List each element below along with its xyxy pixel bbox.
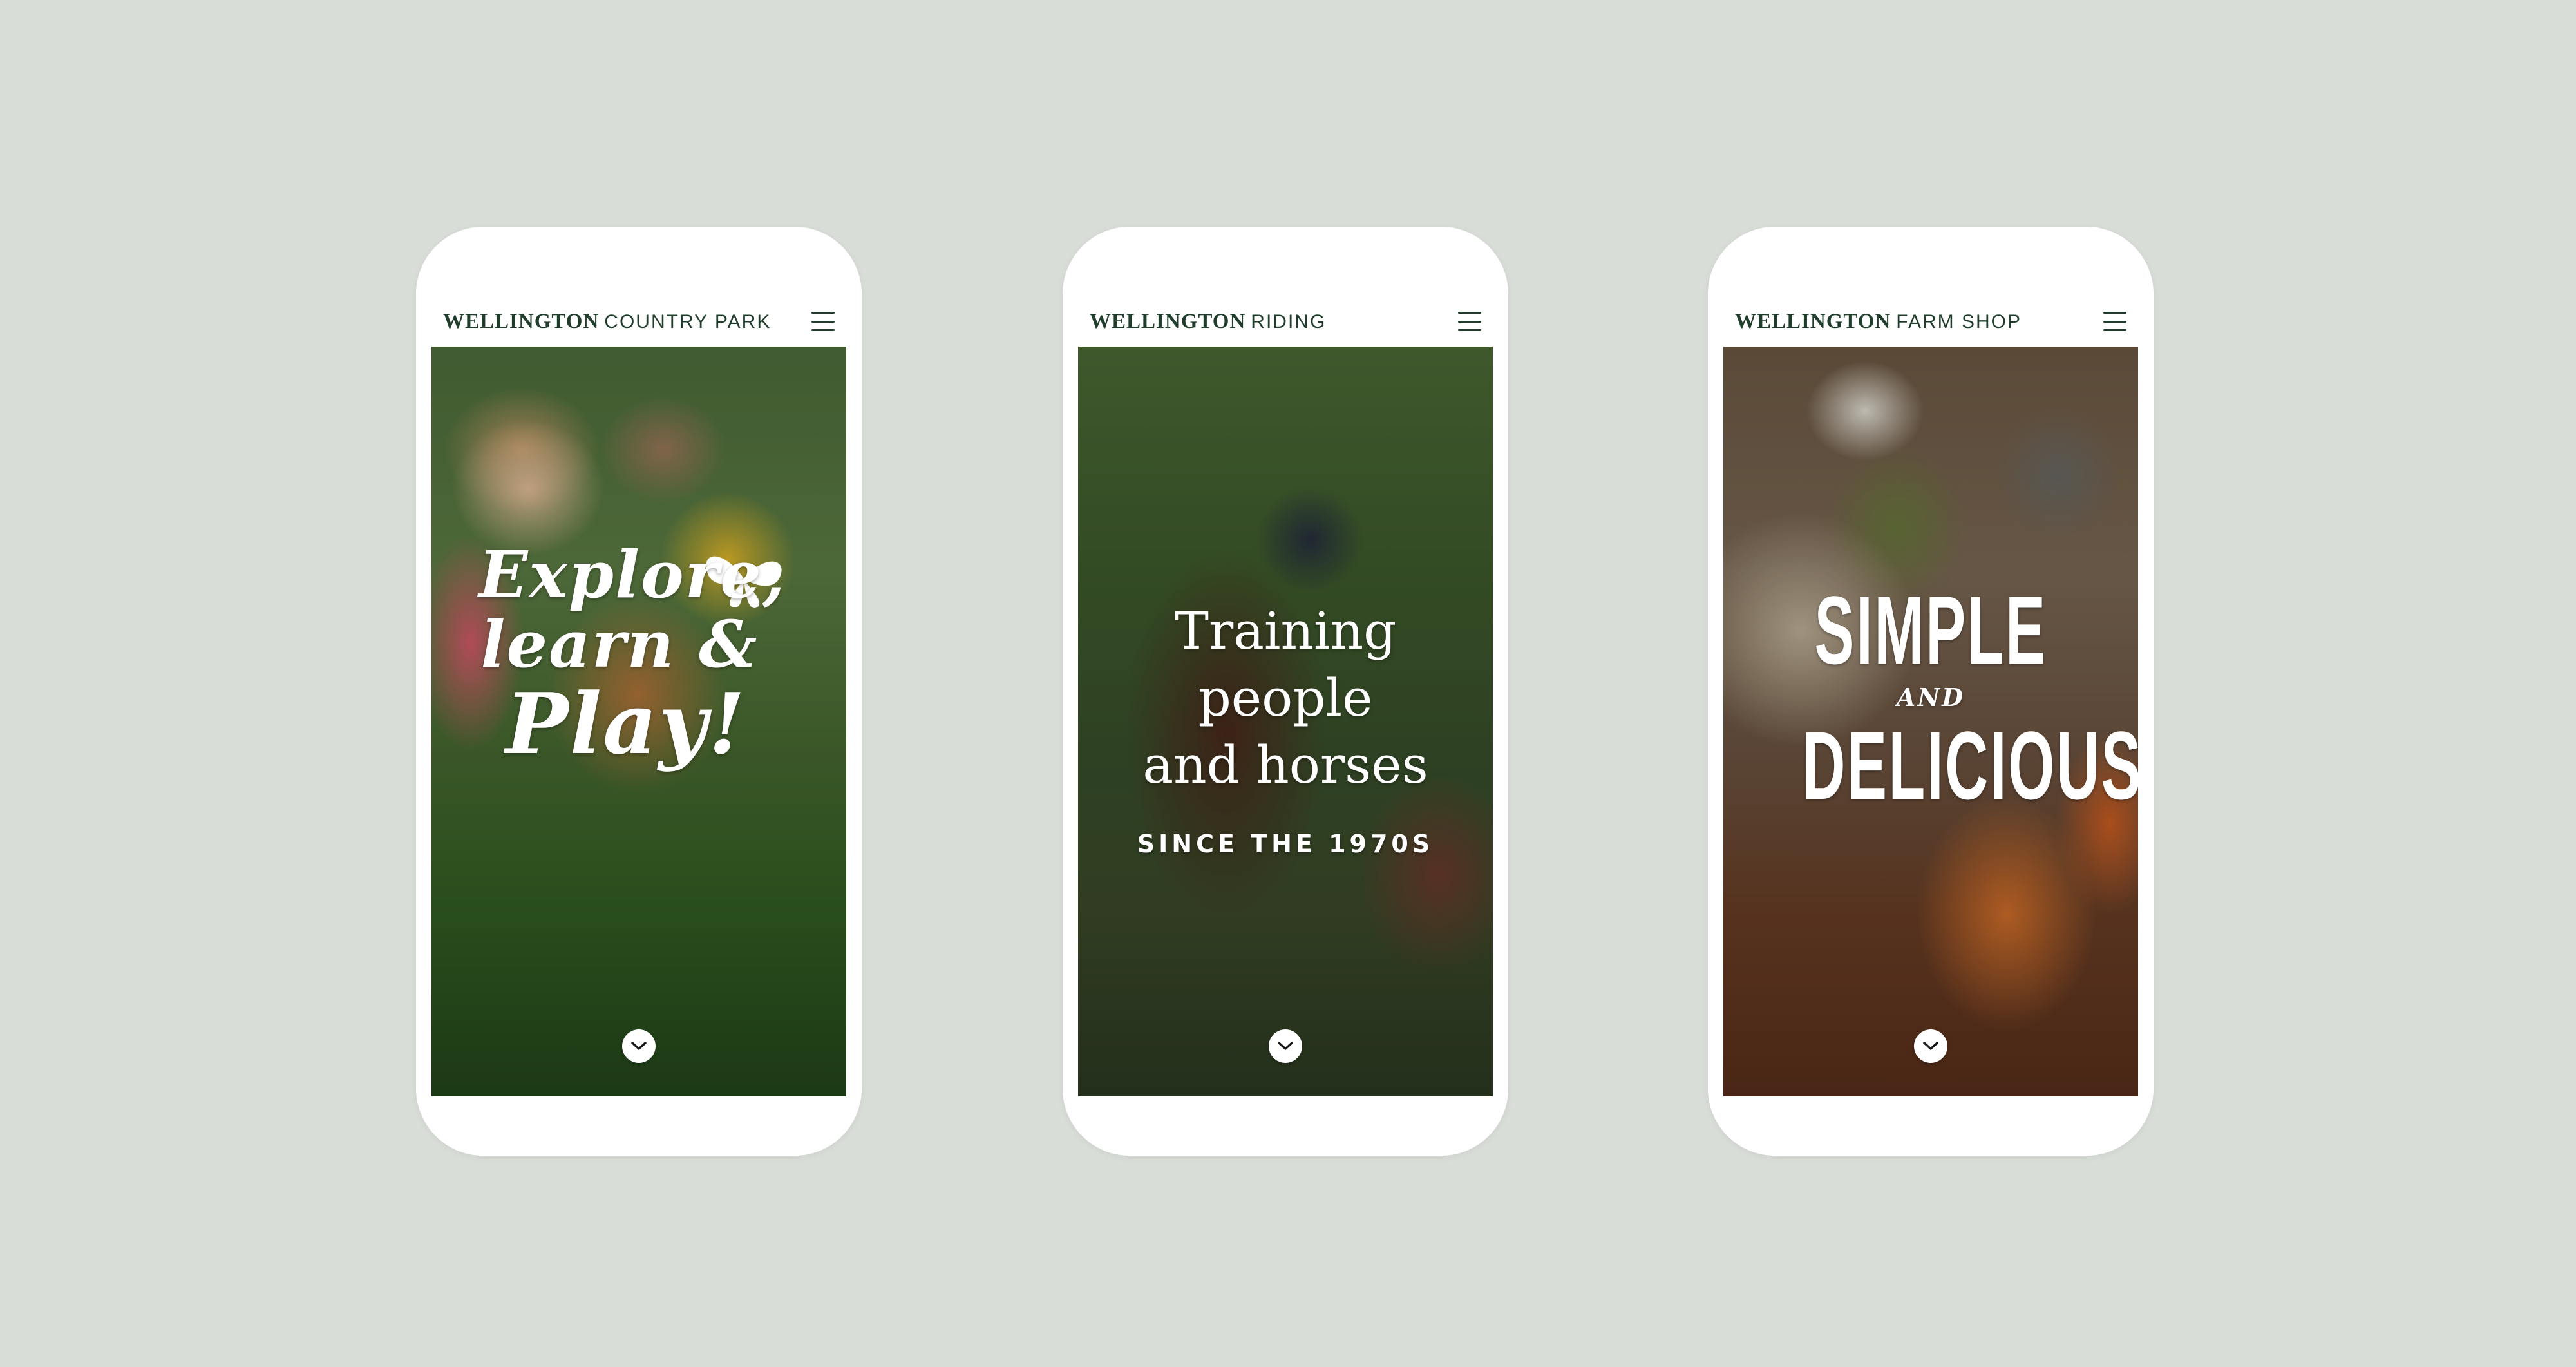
brand-subtitle: COUNTRY PARK [604, 311, 772, 332]
brand-name: WELLINGTON [443, 309, 600, 333]
brand-subtitle: RIDING [1251, 311, 1327, 332]
brand-logo[interactable]: WELLINGTON COUNTRY PARK [443, 310, 771, 334]
scroll-down-button[interactable] [1269, 1029, 1302, 1063]
hamburger-menu-icon[interactable] [1458, 312, 1481, 331]
hero-line-2: people [1198, 668, 1373, 728]
brand-logo[interactable]: WELLINGTON RIDING [1090, 310, 1326, 334]
brand-subtitle: FARM SHOP [1896, 311, 2022, 332]
hero-line-1: Training [1174, 601, 1397, 661]
hero-subheadline: SINCE THE 1970S [1137, 830, 1434, 858]
chevron-down-icon [1278, 1042, 1293, 1050]
hero-banner: Training people and horses SINCE THE 197… [1078, 347, 1493, 1096]
phone-mockup-farm-shop: WELLINGTON FARM SHOP SIMPLE AND DELICIOUS [1708, 227, 2154, 1156]
hero-line-1: SIMPLE [1814, 576, 2047, 684]
phone-mockup-riding: WELLINGTON RIDING Training people and hor… [1063, 227, 1508, 1156]
hero-line-3: and horses [1142, 735, 1428, 795]
hero-headline: SIMPLE AND DELICIOUS [1723, 578, 2138, 817]
brand-name: WELLINGTON [1735, 309, 1891, 333]
site-header: WELLINGTON FARM SHOP [1735, 303, 2126, 340]
hero-line-2: AND [1896, 683, 1965, 712]
hero-headline: Training people and horses SINCE THE 197… [1078, 598, 1493, 877]
hero-line-3: Play! [506, 674, 746, 773]
hero-banner: SIMPLE AND DELICIOUS [1723, 347, 2138, 1096]
hero-headline: Explore, learn & Play! [431, 540, 846, 769]
scroll-down-button[interactable] [622, 1029, 656, 1063]
site-header: WELLINGTON COUNTRY PARK [443, 303, 835, 340]
brand-name: WELLINGTON [1090, 309, 1246, 333]
hamburger-menu-icon[interactable] [2103, 312, 2126, 331]
hero-line-1: Explore, [478, 537, 786, 613]
hero-line-3: DELICIOUS [1802, 711, 2138, 819]
phone-mockup-country-park: WELLINGTON COUNTRY PARK Explore, learn & … [416, 227, 862, 1156]
hamburger-menu-icon[interactable] [811, 312, 835, 331]
hero-banner: Explore, learn & Play! [431, 347, 846, 1096]
chevron-down-icon [631, 1042, 647, 1050]
brand-logo[interactable]: WELLINGTON FARM SHOP [1735, 310, 2022, 334]
hero-line-2: learn & [480, 606, 759, 682]
chevron-down-icon [1923, 1042, 1938, 1050]
scroll-down-button[interactable] [1914, 1029, 1947, 1063]
site-header: WELLINGTON RIDING [1090, 303, 1481, 340]
